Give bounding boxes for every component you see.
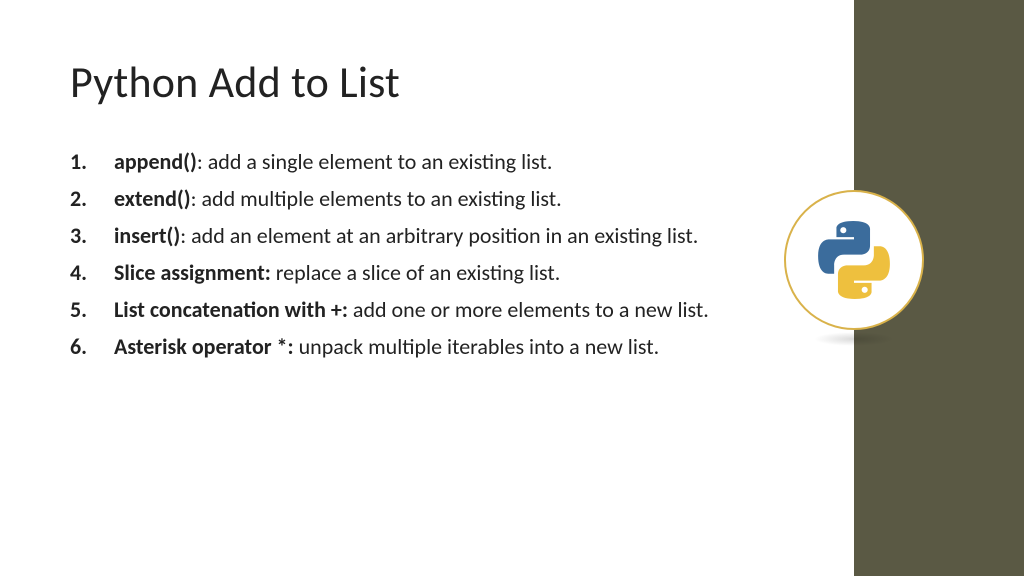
term: Slice assignment: [114, 259, 271, 286]
term: append() [114, 148, 197, 175]
methods-list: append(): add a single element to an exi… [70, 147, 750, 361]
python-logo-badge [784, 190, 924, 330]
list-item: append(): add a single element to an exi… [70, 147, 750, 176]
list-item: Asterisk operator *: unpack multiple ite… [70, 332, 750, 361]
list-item: insert(): add an element at an arbitrary… [70, 221, 750, 250]
term: Asterisk operator *: [114, 333, 294, 360]
term: extend() [114, 185, 191, 212]
description: add an element at an arbitrary position … [191, 222, 698, 249]
sep: : [180, 222, 191, 249]
python-logo-icon [812, 218, 896, 302]
description: add multiple elements to an existing lis… [201, 185, 561, 212]
description: add one or more elements to a new list. [353, 296, 709, 323]
term: insert() [114, 222, 180, 249]
description: replace a slice of an existing list. [276, 259, 561, 286]
term: List concatenation with +: [114, 296, 348, 323]
description: unpack multiple iterables into a new lis… [299, 333, 660, 360]
slide: Python Add to List append(): add a singl… [0, 0, 1024, 576]
list-item: List concatenation with +: add one or mo… [70, 295, 750, 324]
slide-title: Python Add to List [70, 55, 750, 109]
sep: : [191, 185, 202, 212]
slide-content: Python Add to List append(): add a singl… [70, 55, 750, 369]
list-item: extend(): add multiple elements to an ex… [70, 184, 750, 213]
description: add a single element to an existing list… [208, 148, 553, 175]
list-item: Slice assignment: replace a slice of an … [70, 258, 750, 287]
sep: : [197, 148, 208, 175]
